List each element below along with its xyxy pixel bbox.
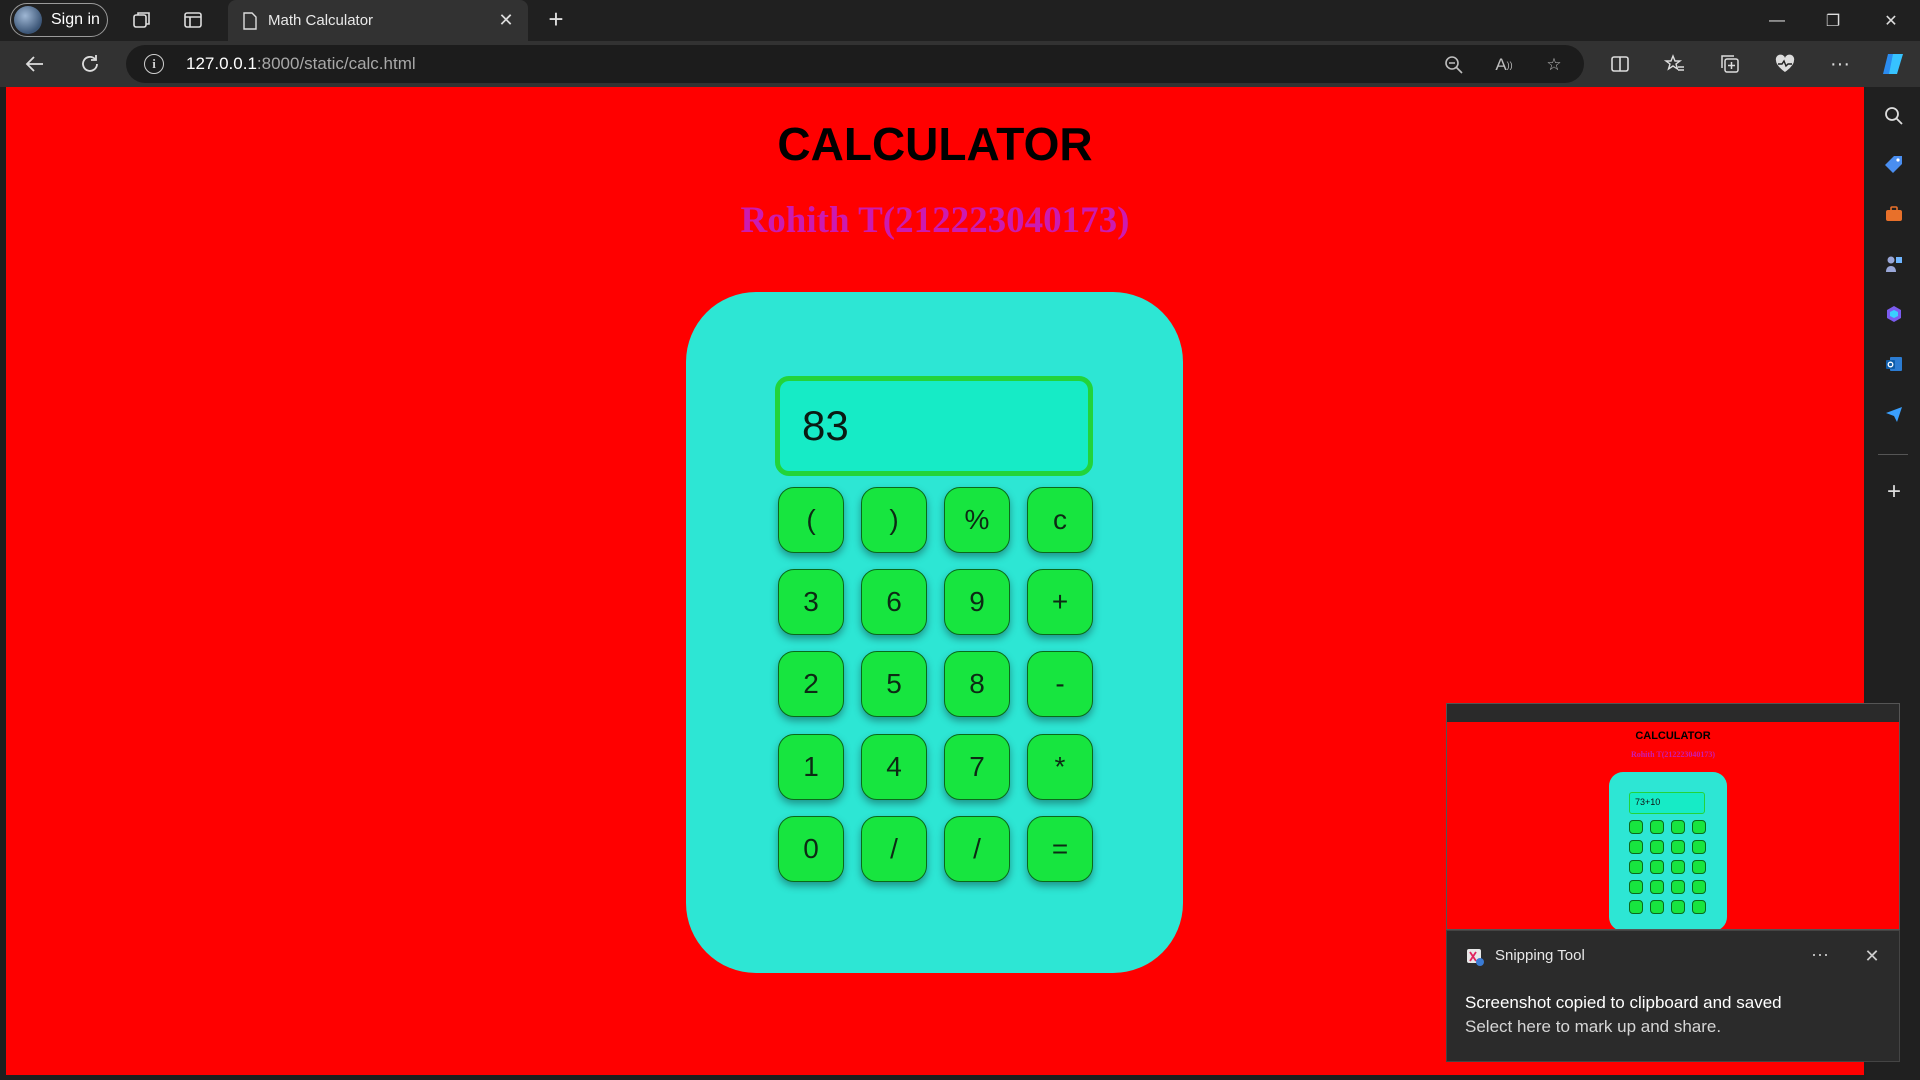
thumbnail-key [1671,840,1685,854]
key-3[interactable]: 3 [778,569,844,635]
key-close-paren[interactable]: ) [861,487,927,553]
search-icon[interactable] [1881,103,1907,129]
thumbnail-key [1692,880,1706,894]
thumbnail-browser-chrome [1447,704,1899,722]
favorites-icon[interactable] [1660,49,1690,79]
key-1[interactable]: 1 [778,734,844,800]
thumbnail-calculator: 73+10 [1609,772,1727,929]
sign-in-label: Sign in [51,11,100,28]
page-title: CALCULATOR [777,118,1093,170]
workspaces-icon[interactable] [130,8,154,32]
notification-hint: Select here to mark up and share. [1465,1017,1722,1036]
briefcase-icon[interactable] [1881,201,1907,227]
read-aloud-icon[interactable]: A)) [1492,53,1516,77]
sign-in-button[interactable]: Sign in [10,3,108,37]
key-divide[interactable]: / [861,816,927,882]
address-bar[interactable]: i 127.0.0.1:8000/static/calc.html A)) ☆ [126,45,1584,83]
key-6[interactable]: 6 [861,569,927,635]
add-icon[interactable]: + [1881,478,1907,505]
split-screen-icon[interactable] [1605,49,1635,79]
browser-title-bar: Sign in Math Calculator ✕ + — ❐ ✕ [0,0,1920,41]
thumbnail-key [1692,860,1706,874]
thumbnail-display: 73+10 [1629,792,1705,814]
thumbnail-key [1671,880,1685,894]
thumbnail-key [1692,840,1706,854]
thumbnail-key [1650,820,1664,834]
thumbnail-key [1629,820,1643,834]
thumbnail-key [1650,880,1664,894]
thumbnail-title: CALCULATOR [1635,730,1711,742]
key-multiply[interactable]: * [1027,734,1093,800]
copilot-icon[interactable] [1878,49,1908,79]
tab-math-calculator[interactable]: Math Calculator ✕ [228,0,528,41]
notification-message: Screenshot copied to clipboard and saved [1465,993,1782,1012]
browser-essentials-icon[interactable] [1770,49,1800,79]
thumbnail-key [1629,860,1643,874]
thumbnail-key [1629,880,1643,894]
new-tab-icon[interactable]: + [542,6,570,34]
zoom-out-icon[interactable] [1442,53,1466,77]
close-window-icon[interactable]: ✕ [1866,0,1916,41]
url-text[interactable]: 127.0.0.1:8000/static/calc.html [186,54,416,74]
thumbnail-key [1692,820,1706,834]
browser-toolbar: i 127.0.0.1:8000/static/calc.html A)) ☆ … [0,41,1920,87]
snipping-tool-icon [1465,947,1485,967]
key-equals[interactable]: = [1027,816,1093,882]
key-9[interactable]: 9 [944,569,1010,635]
tab-title: Math Calculator [268,12,374,29]
calculator-display[interactable]: 83 [775,376,1093,476]
key-2[interactable]: 2 [778,651,844,717]
refresh-icon[interactable] [75,49,105,79]
thumbnail-key [1629,840,1643,854]
tag-icon[interactable] [1881,151,1907,177]
send-icon[interactable] [1881,401,1907,427]
key-minus[interactable]: - [1027,651,1093,717]
close-tab-icon[interactable]: ✕ [496,10,516,30]
restore-icon[interactable]: ❐ [1808,0,1858,41]
thumbnail-subtitle: Rohith T(212223040173) [1630,750,1716,759]
more-icon[interactable]: ··· [1807,943,1833,969]
thumbnail-key [1629,900,1643,914]
more-icon[interactable]: ··· [1825,49,1855,79]
key-7[interactable]: 7 [944,734,1010,800]
thumbnail-key [1692,900,1706,914]
key-plus[interactable]: + [1027,569,1093,635]
tab-actions-icon[interactable] [181,8,205,32]
close-icon[interactable]: ✕ [1859,943,1885,969]
star-icon[interactable]: ☆ [1542,53,1566,77]
outlook-icon[interactable] [1881,351,1907,377]
thumbnail-key [1650,900,1664,914]
back-arrow-icon[interactable] [20,49,50,79]
screenshot-thumbnail[interactable]: CALCULATOR Rohith T(212223040173) 73+10 [1446,703,1900,930]
notification-app-name: Snipping Tool [1495,947,1585,964]
snipping-tool-notification[interactable]: Snipping Tool ··· ✕ Screenshot copied to… [1446,930,1900,1062]
key-4[interactable]: 4 [861,734,927,800]
thumbnail-key [1671,860,1685,874]
collections-icon[interactable] [1715,49,1745,79]
profile-avatar [14,6,42,34]
key-0[interactable]: 0 [778,816,844,882]
m365-icon[interactable] [1881,301,1907,327]
sidebar-divider [1878,454,1908,455]
thumbnail-key [1650,860,1664,874]
key-percent[interactable]: % [944,487,1010,553]
page-icon [242,11,258,30]
page-subtitle: Rohith T(212223040173) [740,200,1130,241]
key-divide-2[interactable]: / [944,816,1010,882]
calculator-body: 83 ( ) % c 3 6 9 + 2 5 8 - 1 4 7 * 0 / /… [686,292,1183,973]
thumbnail-key [1671,900,1685,914]
site-info-icon[interactable]: i [144,54,164,74]
thumbnail-key [1671,820,1685,834]
key-open-paren[interactable]: ( [778,487,844,553]
minimize-icon[interactable]: — [1752,0,1802,41]
key-clear[interactable]: c [1027,487,1093,553]
key-8[interactable]: 8 [944,651,1010,717]
games-icon[interactable] [1881,251,1907,277]
thumbnail-key [1650,840,1664,854]
key-5[interactable]: 5 [861,651,927,717]
